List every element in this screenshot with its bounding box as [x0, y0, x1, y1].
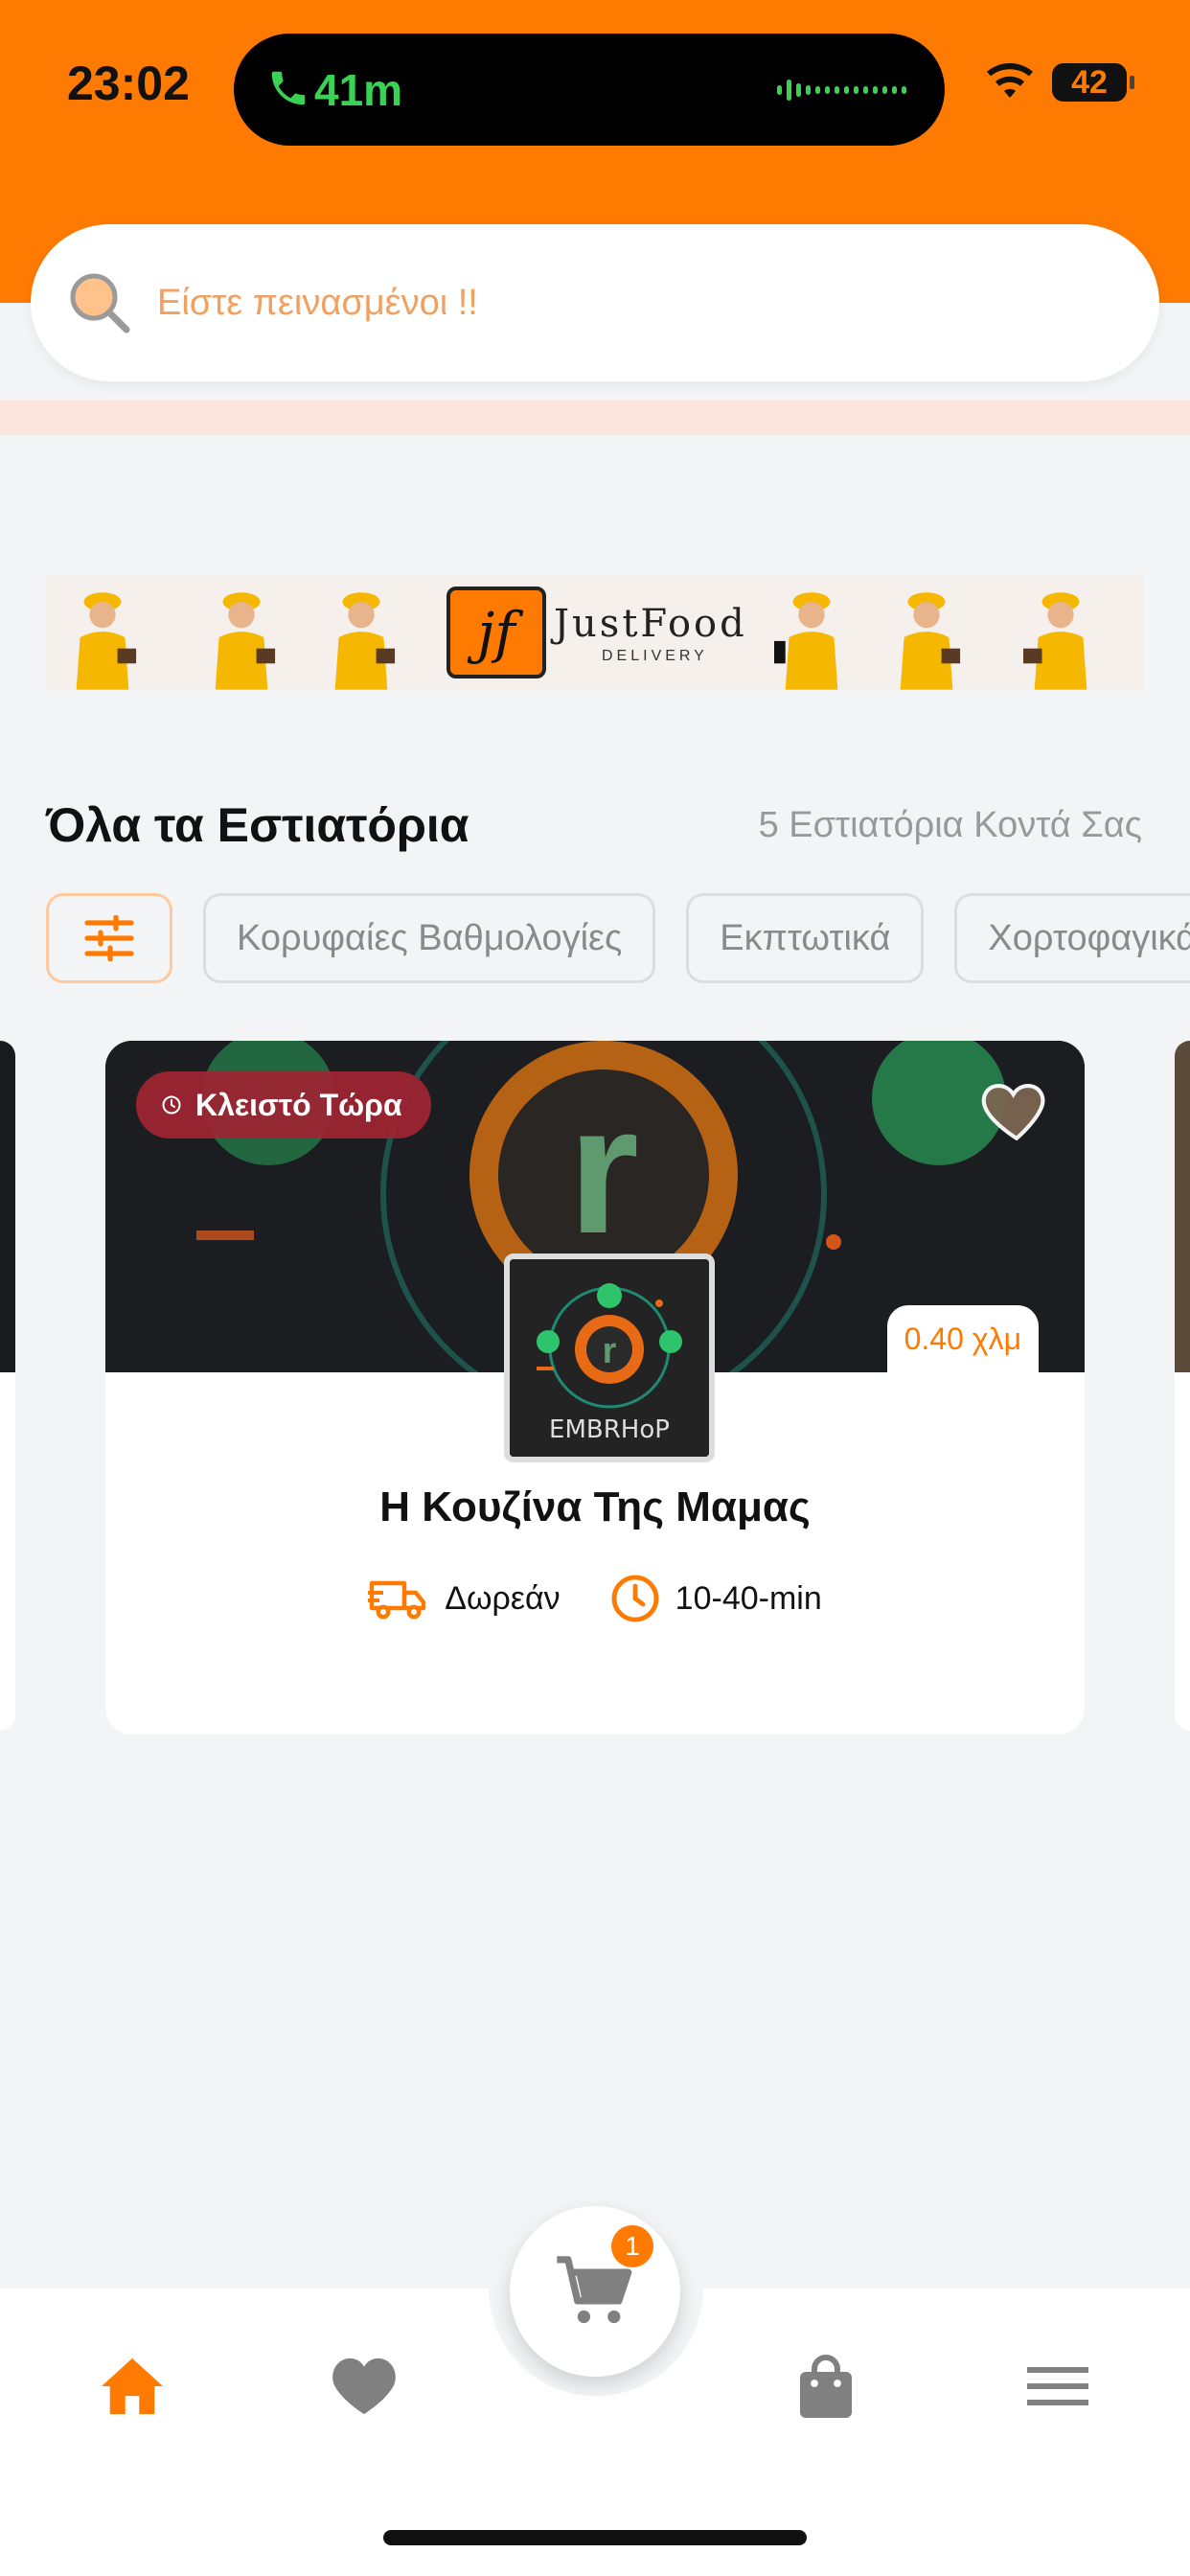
- nav-menu[interactable]: [1019, 2348, 1096, 2425]
- status-time: 23:02: [67, 57, 190, 110]
- wifi-icon: [987, 63, 1033, 98]
- delivery-fee: Δωρεάν: [445, 1579, 561, 1617]
- privacy-indicator: [1144, 74, 1161, 91]
- courier-image: [215, 592, 276, 690]
- promo-strip: [0, 401, 1190, 435]
- restaurant-meta: Δωρεάν 10-40-min: [105, 1574, 1085, 1623]
- favorite-heart-icon[interactable]: [977, 1070, 1056, 1148]
- cart-count-badge: 1: [611, 2225, 653, 2267]
- courier-image: [900, 592, 961, 690]
- menu-icon: [1027, 2367, 1088, 2405]
- filter-chips: Κορυφαίες Βαθμολογίες Εκπτωτικά Χορτοφαγ…: [46, 893, 1190, 983]
- restaurant-count: 5 Εστιατόρια Κοντά Σας: [758, 805, 1142, 845]
- restaurant-card[interactable]: r Κλειστό Τώρα 0.40 χλμ r EMBRHoP Η Κουζ…: [105, 1041, 1085, 1735]
- distance-badge: 0.40 χλμ: [886, 1305, 1039, 1372]
- courier-image: [1023, 592, 1087, 690]
- banner-brand-sub: DELIVERY: [602, 648, 708, 664]
- status-icons: 42: [985, 63, 1161, 102]
- delivery-time: 10-40-min: [675, 1579, 822, 1617]
- search-icon: [70, 273, 130, 334]
- audio-wave-icon: [777, 80, 906, 101]
- home-indicator[interactable]: [383, 2530, 807, 2545]
- banner-brand: JustFood: [554, 602, 747, 646]
- courier-image: [76, 592, 137, 690]
- status-badge: Κλειστό Τώρα: [136, 1071, 431, 1138]
- phone-icon: [271, 71, 306, 105]
- svg-text:r: r: [568, 1069, 639, 1272]
- time-info: 10-40-min: [610, 1574, 822, 1623]
- shopping-bag-icon: [800, 2355, 852, 2418]
- clock-icon: [611, 1575, 659, 1622]
- heart-icon: [332, 2358, 396, 2415]
- status-text: Κλειστό Τώρα: [195, 1087, 402, 1122]
- section-title: Όλα τα Εστιατόρια: [46, 798, 469, 852]
- nav-orders[interactable]: [788, 2348, 864, 2425]
- svg-text:EMBRHoP: EMBRHoP: [549, 1415, 670, 1444]
- dynamic-island-call[interactable]: 41m: [234, 34, 945, 146]
- svg-text:r: r: [603, 1331, 617, 1371]
- previous-restaurant-card[interactable]: [0, 1041, 15, 1731]
- battery-icon: 42: [1052, 63, 1134, 102]
- cart-button[interactable]: 1: [510, 2206, 680, 2377]
- chip-vegetarian[interactable]: Χορτοφαγικά: [954, 893, 1190, 983]
- promo-banner[interactable]: jf JustFood DELIVERY: [46, 575, 1144, 690]
- nav-favorites[interactable]: [326, 2348, 402, 2425]
- filter-button[interactable]: [46, 893, 172, 983]
- next-restaurant-card[interactable]: [1175, 1041, 1190, 1731]
- delivery-truck-icon: [368, 1580, 426, 1620]
- clock-icon: [162, 1095, 181, 1115]
- call-duration: 41m: [314, 65, 403, 115]
- courier-image: [334, 592, 396, 690]
- sliders-icon: [84, 915, 134, 961]
- search-input[interactable]: [157, 282, 1019, 324]
- delivery-info: Δωρεάν: [368, 1576, 561, 1622]
- justfood-logo: jf: [446, 586, 546, 678]
- restaurant-logo: r EMBRHoP: [504, 1254, 715, 1462]
- restaurant-logo-artwork: r EMBRHoP: [510, 1259, 709, 1457]
- home-icon: [102, 2358, 163, 2415]
- restaurant-name: Η Κουζίνα Της Μαμας: [379, 1484, 811, 1530]
- chip-discounts[interactable]: Εκπτωτικά: [686, 893, 925, 983]
- search-bar[interactable]: [31, 224, 1159, 381]
- courier-image: [774, 592, 838, 690]
- nav-home[interactable]: [94, 2348, 171, 2425]
- chip-top-rated[interactable]: Κορυφαίες Βαθμολογίες: [203, 893, 656, 983]
